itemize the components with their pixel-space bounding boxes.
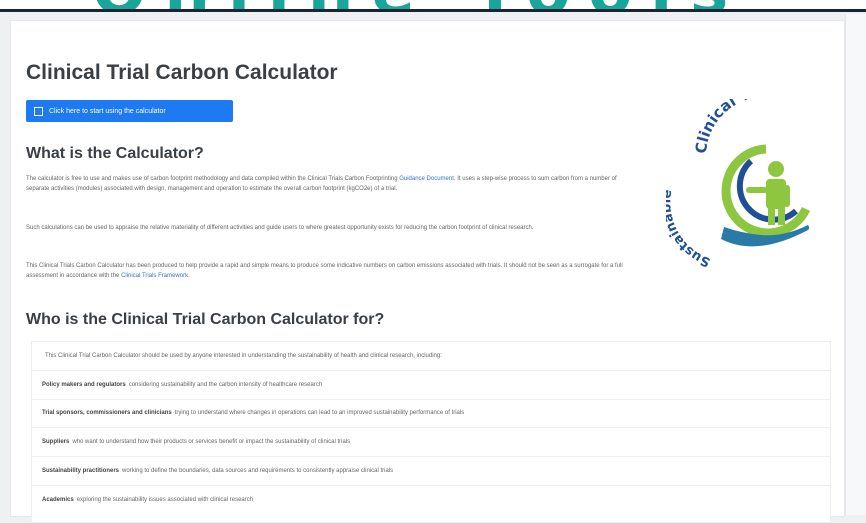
what-paragraph-2: Such calculations can be used to apprais… <box>26 225 534 231</box>
sustainable-clinical-trials-logo: Clinical Trials Sustainable <box>666 99 811 269</box>
site-header: Online Tools <box>0 0 866 12</box>
who-heading: Who is the Clinical Trial Carbon Calcula… <box>26 311 385 328</box>
clinical-trials-framework-link[interactable]: Clinical Trials Framework <box>121 273 188 279</box>
list-item: Suppliers who want to understand how thei… <box>32 428 830 458</box>
content-card: Clinical Trial Carbon Calculator Click h… <box>10 20 845 523</box>
what-heading: What is the Calculator? <box>26 145 204 162</box>
what-paragraph-3: This Clinical Trials Carbon Calculator h… <box>26 261 626 281</box>
guidance-document-link[interactable]: Guidance Document <box>399 176 454 182</box>
logo-text-top: Clinical Trials <box>692 99 790 155</box>
list-item: Trial sponsors, commissioners and clinic… <box>32 400 830 429</box>
list-item: Academics exploring the sustainability is… <box>42 497 254 504</box>
start-button-label: Click here to start using the calculator <box>49 107 166 115</box>
what-p3-text2: . <box>188 273 190 279</box>
calculator-icon <box>34 106 43 116</box>
right-scroll-area <box>845 14 866 515</box>
page-title: Clinical Trial Carbon Calculator <box>26 61 338 84</box>
audience-list: This Clinical Trial Carbon Calculator sh… <box>31 341 831 523</box>
logo-text-left: Sustainable <box>666 188 713 269</box>
what-p1-text: The calculator is free to use and makes … <box>26 176 400 182</box>
list-item: This Clinical Trial Carbon Calculator sh… <box>32 342 830 371</box>
list-item: Sustainability practitioners working to d… <box>32 457 830 486</box>
what-paragraph-1: The calculator is free to use and makes … <box>26 174 626 194</box>
list-item: Policy makers and regulators considering … <box>32 371 830 400</box>
header-rule <box>0 9 866 12</box>
what-p3-text: This Clinical Trials Carbon Calculator h… <box>26 263 623 279</box>
start-calculator-button[interactable]: Click here to start using the calculator <box>26 100 233 122</box>
